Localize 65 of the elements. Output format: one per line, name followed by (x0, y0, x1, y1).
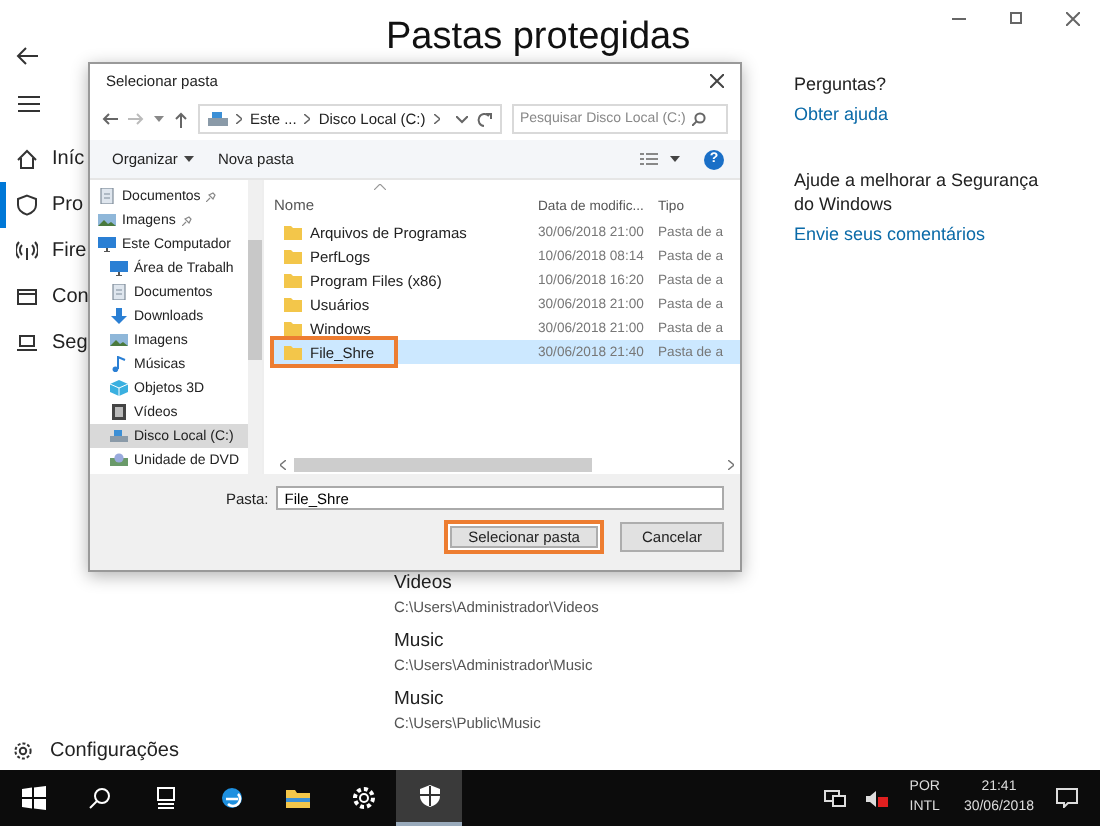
folder-icon (285, 786, 309, 810)
pin-icon (206, 191, 217, 201)
page-title: Pastas protegidas (386, 16, 691, 60)
windows-logo-icon (21, 786, 45, 810)
help-heading: Perguntas? (794, 72, 889, 96)
feedback-link[interactable]: Envie seus comentários (794, 224, 986, 244)
settings-item[interactable]: Configurações (12, 740, 179, 762)
shield-icon (16, 194, 38, 216)
up-icon[interactable] (174, 111, 188, 127)
task-view-icon (153, 786, 177, 810)
picture-icon (98, 212, 116, 228)
search-icon (87, 786, 111, 810)
gear-icon (12, 740, 34, 762)
antenna-icon (16, 240, 38, 262)
caret-icon[interactable] (670, 156, 680, 162)
cube-icon (110, 380, 128, 396)
refresh-icon[interactable] (476, 111, 492, 127)
scrollbar[interactable] (248, 180, 262, 474)
drive-icon (110, 428, 128, 444)
sort-icon (374, 184, 386, 190)
minimize-icon[interactable] (952, 17, 966, 19)
browser-icon (219, 786, 243, 810)
folder-name: Videos (394, 572, 452, 594)
monitor-icon (110, 260, 128, 276)
monitor-icon (98, 236, 116, 252)
caret-icon (183, 156, 194, 162)
document-icon (98, 188, 116, 204)
menu-icon[interactable] (18, 96, 40, 112)
maximize-icon[interactable] (1010, 12, 1022, 24)
chevron-icon (236, 114, 242, 124)
close-icon[interactable] (1066, 11, 1080, 25)
speaker-muted-icon[interactable] (865, 789, 888, 807)
notification-icon[interactable] (1056, 788, 1078, 808)
view-icon[interactable] (640, 152, 658, 166)
window-icon (16, 286, 38, 308)
feedback-heading: Ajude a melhorar a Segurança do Windows (794, 168, 1041, 216)
note-icon (110, 356, 128, 372)
scrollbar[interactable] (274, 456, 740, 474)
sidebar-item[interactable]: Seg (0, 320, 88, 366)
caret-icon[interactable] (456, 115, 468, 123)
disc-icon (110, 452, 128, 468)
laptop-icon (16, 332, 38, 354)
chevron-icon (304, 114, 311, 124)
search-icon (692, 112, 706, 126)
picture-icon (110, 332, 128, 348)
sidebar-item[interactable]: Fire (0, 228, 87, 274)
document-icon (110, 284, 128, 300)
film-icon (110, 404, 128, 420)
settings-icon (351, 786, 375, 810)
close-icon[interactable] (710, 74, 724, 88)
folder-name: Music (394, 688, 444, 710)
home-icon (16, 148, 38, 170)
back-icon[interactable] (102, 112, 118, 126)
help-link[interactable]: Obter ajuda (794, 104, 889, 124)
shield-icon (417, 784, 441, 808)
folder-name: Music (394, 630, 444, 652)
back-icon[interactable] (16, 46, 40, 66)
chevron-icon (433, 114, 440, 124)
drive-icon (208, 112, 228, 126)
sidebar-item[interactable]: Con (0, 274, 89, 320)
network-icon[interactable] (823, 789, 846, 807)
pin-icon (181, 215, 192, 225)
sidebar-item[interactable]: Iníc (0, 136, 85, 182)
arrow-down-icon (110, 308, 128, 324)
taskbar-button[interactable] (396, 770, 462, 826)
